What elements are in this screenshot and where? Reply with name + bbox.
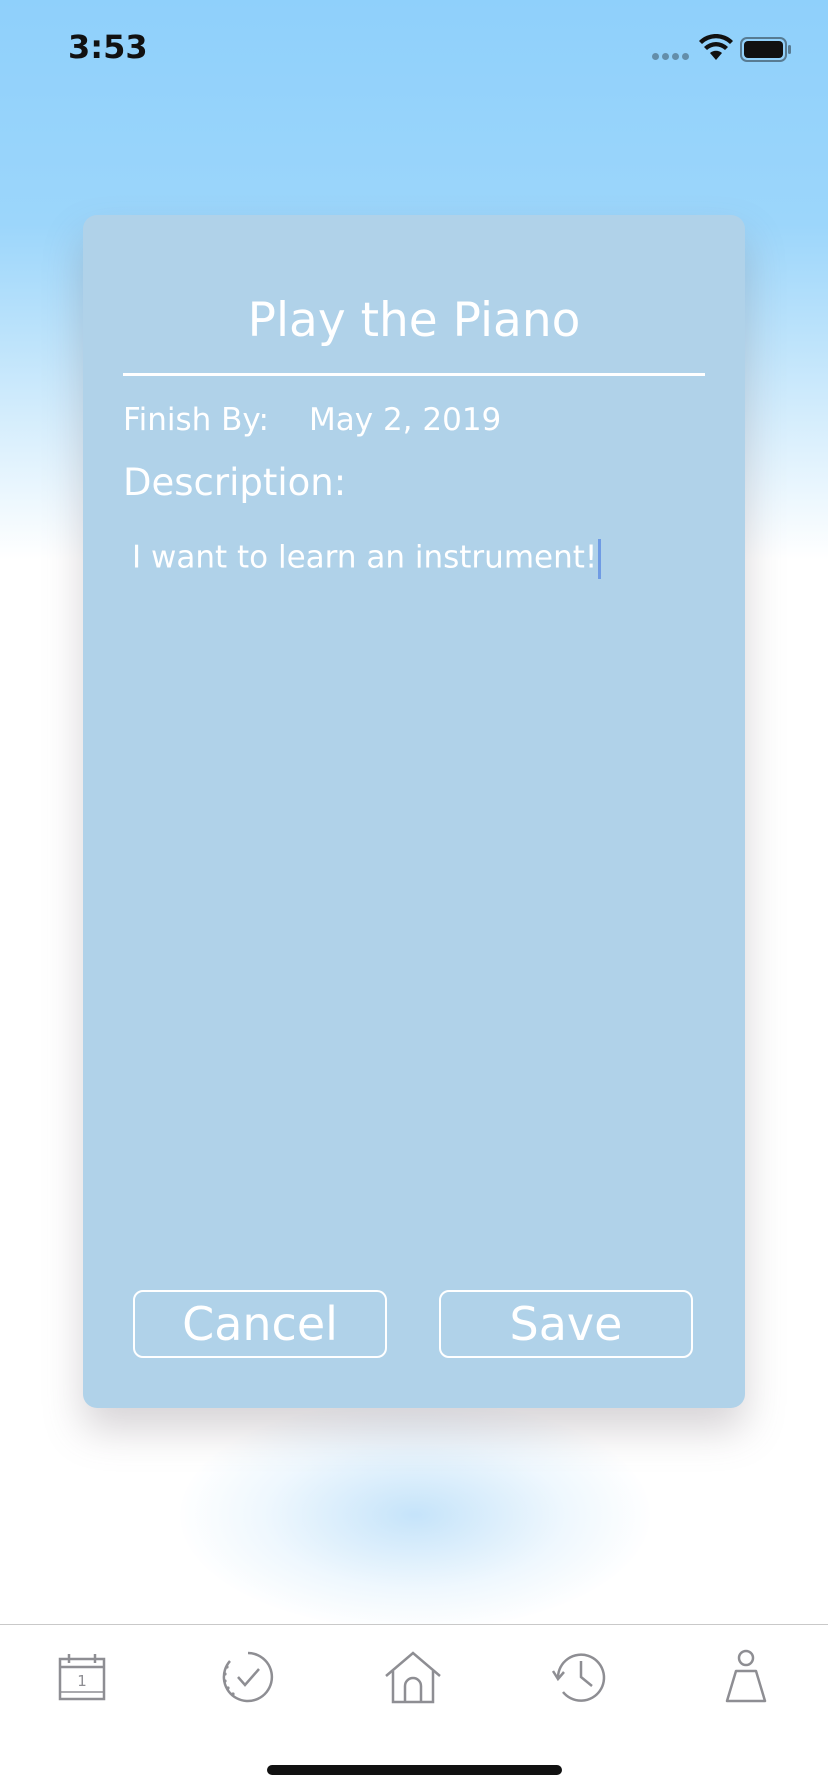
calendar-day-text: 1 [77, 1672, 87, 1690]
history-icon [551, 1653, 606, 1702]
cellular-signal-icon [652, 53, 692, 61]
tab-profile[interactable] [714, 1645, 778, 1709]
tab-history[interactable] [547, 1645, 611, 1709]
tab-home[interactable] [381, 1645, 445, 1709]
goal-title[interactable]: Play the Piano [83, 293, 745, 348]
description-text: I want to learn an instrument! [132, 539, 598, 576]
title-divider [123, 373, 705, 376]
home-icon [385, 1651, 441, 1704]
check-circle-icon [222, 1651, 274, 1703]
description-label: Description: [123, 461, 347, 504]
tab-completed[interactable] [216, 1645, 280, 1709]
tab-calendar[interactable]: 1 [50, 1645, 114, 1709]
status-bar: 3:53 [0, 0, 828, 100]
battery-icon [740, 37, 791, 62]
goal-edit-card: Play the Piano Finish By: May 2, 2019 De… [83, 215, 745, 1408]
finish-by-label: Finish By: [123, 402, 269, 438]
description-text-area[interactable]: I want to learn an instrument! [123, 527, 705, 1087]
cancel-button[interactable]: Cancel [133, 1290, 387, 1358]
description-text-line: I want to learn an instrument! [132, 539, 602, 579]
home-indicator[interactable] [267, 1765, 562, 1775]
profile-icon [725, 1649, 767, 1703]
background-glow [180, 1400, 650, 1630]
calendar-icon: 1 [58, 1654, 106, 1701]
status-time: 3:53 [68, 28, 148, 66]
save-button[interactable]: Save [439, 1290, 693, 1358]
wifi-icon [699, 34, 733, 60]
text-cursor [598, 539, 602, 579]
finish-by-date[interactable]: May 2, 2019 [309, 402, 501, 438]
